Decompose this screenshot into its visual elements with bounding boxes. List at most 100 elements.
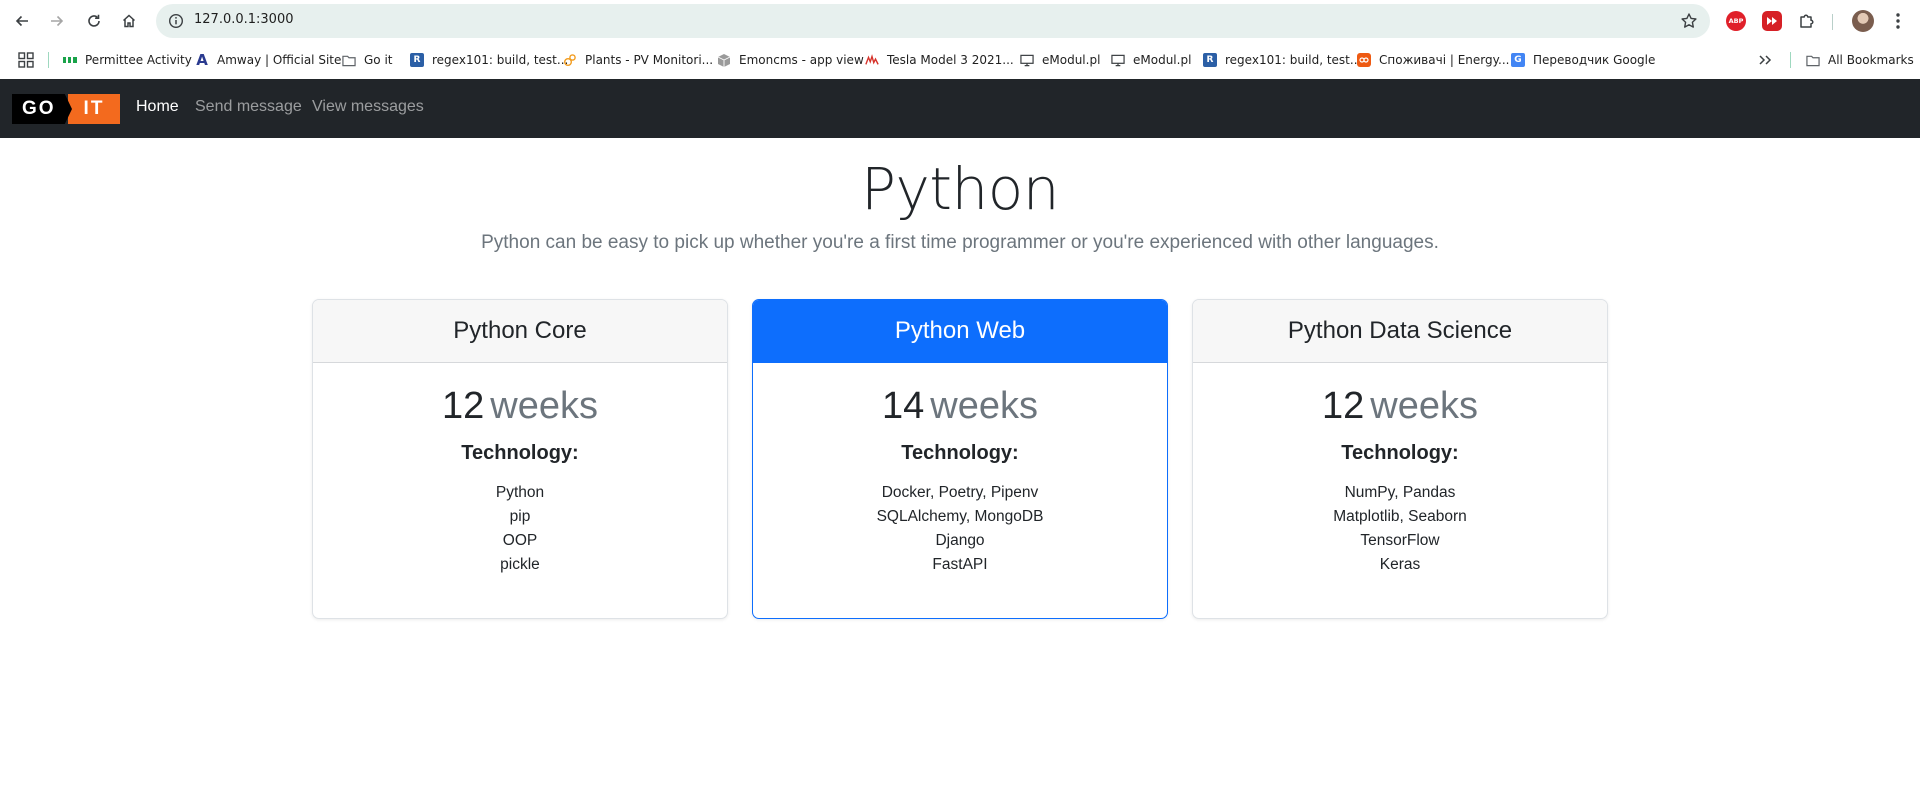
course-duration: 12 weeks [1193, 385, 1607, 428]
duration-value: 12 [442, 385, 485, 427]
bookmark-permittee[interactable]: Permittee Activity [63, 42, 192, 78]
bookmark-google-translate[interactable]: G Переводчик Google [1511, 42, 1655, 78]
bookmark-folder-go-it[interactable]: Go it [342, 42, 393, 78]
site-info-icon[interactable] [168, 13, 184, 29]
logo-it: IT [68, 94, 120, 124]
course-card-python-core: Python Core 12 weeks Technology: Python p… [312, 299, 728, 619]
permittee-favicon [63, 53, 77, 67]
duration-value: 12 [1322, 385, 1365, 427]
bookmark-emoncms[interactable]: Emoncms - app view [717, 42, 864, 78]
bookmark-emodul-2[interactable]: eModul.pl [1111, 42, 1191, 78]
adblock-plus-label: ABP [1728, 17, 1744, 25]
pv-monitoring-favicon [563, 53, 577, 67]
bookmark-emodul-1[interactable]: eModul.pl [1020, 42, 1100, 78]
nav-link-send-message[interactable]: Send message [195, 98, 302, 116]
technology-item: TensorFlow [1360, 532, 1440, 549]
energy-favicon [1357, 53, 1371, 67]
duration-unit: weeks [1370, 385, 1478, 427]
bookmark-label: Go it [364, 53, 393, 67]
bookmark-label: Споживачі | Energy... [1379, 53, 1510, 67]
technology-heading: Technology: [1341, 442, 1459, 464]
adblock-plus-icon[interactable]: ABP [1726, 11, 1746, 31]
technology-item: NumPy, Pandas [1344, 484, 1456, 501]
regex101-favicon: R [1203, 53, 1217, 67]
all-bookmarks-label: All Bookmarks [1828, 53, 1914, 67]
page-lead: Python can be easy to pick up whether yo… [481, 232, 1439, 253]
reload-button[interactable] [81, 8, 107, 34]
arrow-left-icon [15, 15, 28, 27]
monitor-icon [1020, 53, 1034, 67]
folder-icon [342, 53, 356, 67]
site-navbar: GO IT Home Send message View messages [0, 79, 1920, 138]
bookmarks-overflow-button[interactable] [1758, 42, 1772, 78]
bookmark-star-icon[interactable] [1680, 12, 1698, 30]
bookmark-label: Emoncms - app view [739, 53, 864, 67]
technology-item: Matplotlib, Seaborn [1333, 508, 1467, 525]
back-button[interactable] [9, 8, 35, 34]
technology-item: Keras [1379, 556, 1421, 573]
technology-item: Django [935, 532, 985, 549]
forward-button[interactable] [44, 8, 70, 34]
course-card-python-data-science: Python Data Science 12 weeks Technology: … [1192, 299, 1608, 619]
technology-list: Docker, Poetry, Pipenv SQLAlchemy, Mongo… [753, 481, 1167, 577]
folder-icon [1806, 53, 1820, 67]
card-body: 14 weeks Technology: Docker, Poetry, Pipe… [753, 385, 1167, 577]
bookmarks-separator [48, 52, 49, 68]
technology-item: FastAPI [932, 556, 988, 573]
bookmark-label: Permittee Activity [85, 53, 192, 67]
technology-item: pickle [500, 556, 540, 573]
all-bookmarks-button[interactable]: All Bookmarks [1806, 42, 1914, 78]
profile-avatar[interactable] [1852, 10, 1874, 32]
video-speed-extension-icon[interactable] [1762, 11, 1782, 31]
technology-heading: Technology: [901, 442, 1019, 464]
technology-item: pip [509, 508, 531, 525]
bookmarks-bar: Permittee Activity A Amway | Official Si… [0, 42, 1920, 78]
course-duration: 12 weeks [313, 385, 727, 428]
bookmark-label: Переводчик Google [1533, 53, 1656, 67]
extensions-puzzle-icon[interactable] [1797, 11, 1817, 31]
technology-item: SQLAlchemy, MongoDB [876, 508, 1044, 525]
google-translate-favicon: G [1511, 53, 1525, 67]
technology-heading: Technology: [461, 442, 579, 464]
bookmark-label: Plants - PV Monitori... [585, 53, 714, 67]
monitor-icon [1111, 53, 1125, 67]
apps-grid-icon[interactable] [18, 52, 34, 68]
bookmark-amway[interactable]: A Amway | Official Site [195, 42, 341, 78]
page-title: Python [860, 155, 1060, 223]
technology-item: Python [495, 484, 545, 501]
technology-item: Docker, Poetry, Pipenv [881, 484, 1039, 501]
bookmarks-separator [1790, 52, 1791, 68]
bookmark-label: eModul.pl [1042, 53, 1101, 67]
bookmark-label: Tesla Model 3 2021... [887, 53, 1014, 67]
bookmark-label: regex101: build, test... [432, 53, 569, 67]
logo-go: GO [12, 94, 72, 124]
bookmark-regex101[interactable]: R regex101: build, test... [410, 42, 568, 78]
emoncms-favicon [717, 53, 731, 67]
chevron-double-right-icon [1759, 55, 1772, 65]
card-body: 12 weeks Technology: Python pip OOP pickl… [313, 385, 727, 577]
more-vert-icon[interactable] [1888, 10, 1908, 32]
url-text[interactable]: 127.0.0.1:3000 [194, 12, 294, 27]
bookmark-regex101-2[interactable]: R regex101: build, test... [1203, 42, 1361, 78]
bookmark-label: regex101: build, test... [1225, 53, 1362, 67]
technology-list: Python pip OOP pickle [313, 481, 727, 577]
arrow-right-icon [51, 15, 64, 27]
course-card-python-web: Python Web 14 weeks Technology: Docker, P… [752, 299, 1168, 619]
course-duration: 14 weeks [753, 385, 1167, 428]
tesla-favicon [865, 53, 879, 67]
duration-value: 14 [882, 385, 925, 427]
toolbar-separator [1832, 14, 1833, 30]
goit-logo[interactable]: GO IT [12, 94, 120, 124]
browser-toolbar: 127.0.0.1:3000 ABP [0, 0, 1920, 42]
address-bar[interactable]: 127.0.0.1:3000 [156, 4, 1710, 38]
bookmark-pv-monitoring[interactable]: Plants - PV Monitori... [563, 42, 713, 78]
bookmark-energy[interactable]: Споживачі | Energy... [1357, 42, 1509, 78]
reload-icon [88, 14, 100, 27]
amway-favicon: A [196, 51, 208, 69]
home-button[interactable] [116, 8, 142, 34]
bookmark-tesla[interactable]: Tesla Model 3 2021... [865, 42, 1014, 78]
card-title: Python Data Science [1193, 300, 1607, 363]
nav-link-view-messages[interactable]: View messages [312, 98, 424, 116]
nav-link-home[interactable]: Home [136, 98, 179, 116]
bookmark-label: eModul.pl [1133, 53, 1192, 67]
